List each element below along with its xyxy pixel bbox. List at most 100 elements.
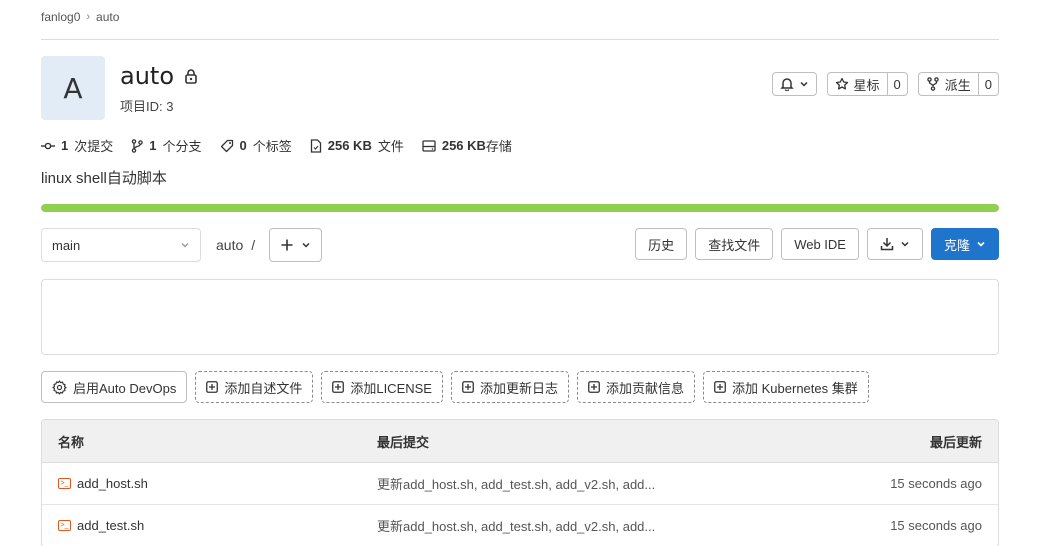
file-name-cell[interactable]: >_ add_test.sh [42,518,377,533]
breadcrumb: fanlog0 › auto [41,10,119,24]
star-label: 星标 [853,77,880,93]
notification-button[interactable] [771,72,817,96]
table-row: >_ add_host.sh 更新add_host.sh, add_test.s… [42,463,998,505]
star-count[interactable]: 0 [886,73,907,95]
quick-action-label: 添加贡献信息 [606,380,685,396]
star-icon [835,77,849,91]
clone-label: 克隆 [943,237,970,253]
stat-commits[interactable]: 1 次提交 [41,136,113,155]
fork-count[interactable]: 0 [977,73,998,95]
file-icon [310,138,322,153]
plus-square-icon [462,381,474,393]
header-last-update: 最后更新 [929,434,982,450]
chevron-down-icon [301,240,311,250]
add-readme-button[interactable]: 添加自述文件 [195,371,314,403]
commit-message-link[interactable]: 更新add_host.sh, add_test.sh, add_v2.sh, a… [377,474,798,493]
tags-count: 0 [239,138,247,153]
updated-time: 15 seconds ago [890,476,982,491]
table-row: >_ add_test.sh 更新add_host.sh, add_test.s… [42,505,998,546]
project-id: 项目ID: 3 [120,99,174,114]
file-name-link[interactable]: add_host.sh [77,476,148,491]
stat-files[interactable]: 256 KB 文件 [310,136,404,155]
enable-auto-devops-button[interactable]: 启用Auto DevOps [41,371,188,403]
chevron-down-icon [976,239,986,249]
project-description: linux shell自动脚本 [41,170,167,187]
quick-action-label: 添加 Kubernetes 集群 [732,380,858,396]
add-changelog-button[interactable]: 添加更新日志 [450,371,569,403]
add-file-dropdown[interactable] [269,228,322,262]
storage-label: 存储 [485,139,512,154]
branch-icon [131,138,144,153]
header-name: 名称 [58,434,85,450]
files-label: 文件 [377,139,404,154]
commit-icon [41,141,55,151]
header-last-commit: 最后提交 [377,434,430,450]
bell-icon [779,77,794,91]
gear-icon [52,379,67,395]
project-title: auto [120,62,198,90]
repo-path: auto / [216,237,255,253]
plus-icon [281,239,293,251]
file-tree-table: 名称 最后提交 最后更新 >_ add_host.sh 更新add_host.s… [41,419,999,546]
terminal-file-icon: >_ [58,520,71,531]
commits-label: 次提交 [74,139,114,154]
add-contributing-button[interactable]: 添加贡献信息 [577,371,696,403]
file-name-link[interactable]: add_test.sh [77,518,144,533]
progress-fill [41,204,999,212]
header-actions: 星标 0 派生 0 [771,72,999,96]
storage-progress-bar [41,204,999,212]
tags-label: 个标签 [252,139,292,154]
plus-square-icon [588,381,600,393]
plus-square-icon [714,381,726,393]
quick-action-label: 添加更新日志 [479,380,558,396]
quick-action-label: 添加LICENSE [350,380,432,396]
quick-actions: 启用Auto DevOps 添加自述文件 添加LICENSE 添加更新日志 添加… [41,371,869,403]
last-commit-panel [41,279,999,355]
storage-icon [422,139,436,152]
project-name: auto [120,62,175,90]
download-icon [880,237,894,251]
branches-label: 个分支 [162,139,202,154]
breadcrumb-project-link[interactable]: auto [96,10,119,24]
web-ide-button[interactable]: Web IDE [781,228,859,260]
terminal-file-icon: >_ [58,478,71,489]
fork-icon [926,77,940,91]
path-separator: / [251,237,256,253]
file-name-cell[interactable]: >_ add_host.sh [42,476,377,491]
download-dropdown[interactable] [866,228,923,260]
repo-toolbar: 历史 查找文件 Web IDE 克隆 [635,228,999,260]
stat-branches[interactable]: 1 个分支 [131,136,202,155]
commit-message-link[interactable]: 更新add_host.sh, add_test.sh, add_v2.sh, a… [377,516,798,535]
fork-button[interactable]: 派生 0 [917,72,999,96]
breadcrumb-owner-link[interactable]: fanlog0 [41,10,80,24]
add-license-button[interactable]: 添加LICENSE [321,371,443,403]
branch-select[interactable]: main [41,228,201,262]
tag-icon [220,139,234,153]
history-button[interactable]: 历史 [635,228,688,260]
project-stats: 1 次提交 1 个分支 0 个标签 256 KB 文件 256 KB 存储 [41,136,512,155]
table-header: 名称 最后提交 最后更新 [42,420,998,463]
commits-count: 1 [61,138,69,153]
files-size: 256 KB [327,138,372,153]
clone-dropdown[interactable]: 克隆 [930,228,999,260]
plus-square-icon [332,381,345,393]
path-root-link[interactable]: auto [216,237,243,253]
star-button[interactable]: 星标 0 [826,72,908,96]
stat-tags[interactable]: 0 个标签 [220,136,292,155]
project-avatar[interactable]: A [41,56,105,120]
storage-size: 256 KB [441,138,486,153]
branch-selected: main [52,237,81,253]
quick-action-label: 添加自述文件 [224,380,303,396]
chevron-right-icon: › [86,11,91,23]
chevron-down-icon [180,240,190,250]
plus-square-icon [206,381,219,393]
stat-storage[interactable]: 256 KB 存储 [422,136,512,155]
chevron-down-icon [799,79,809,89]
add-kubernetes-cluster-button[interactable]: 添加 Kubernetes 集群 [703,371,869,403]
chevron-down-icon [900,239,910,249]
find-file-button[interactable]: 查找文件 [695,228,774,260]
fork-label: 派生 [944,77,971,93]
divider [41,39,999,40]
lock-icon [184,68,198,84]
quick-action-label: 启用Auto DevOps [73,380,177,396]
